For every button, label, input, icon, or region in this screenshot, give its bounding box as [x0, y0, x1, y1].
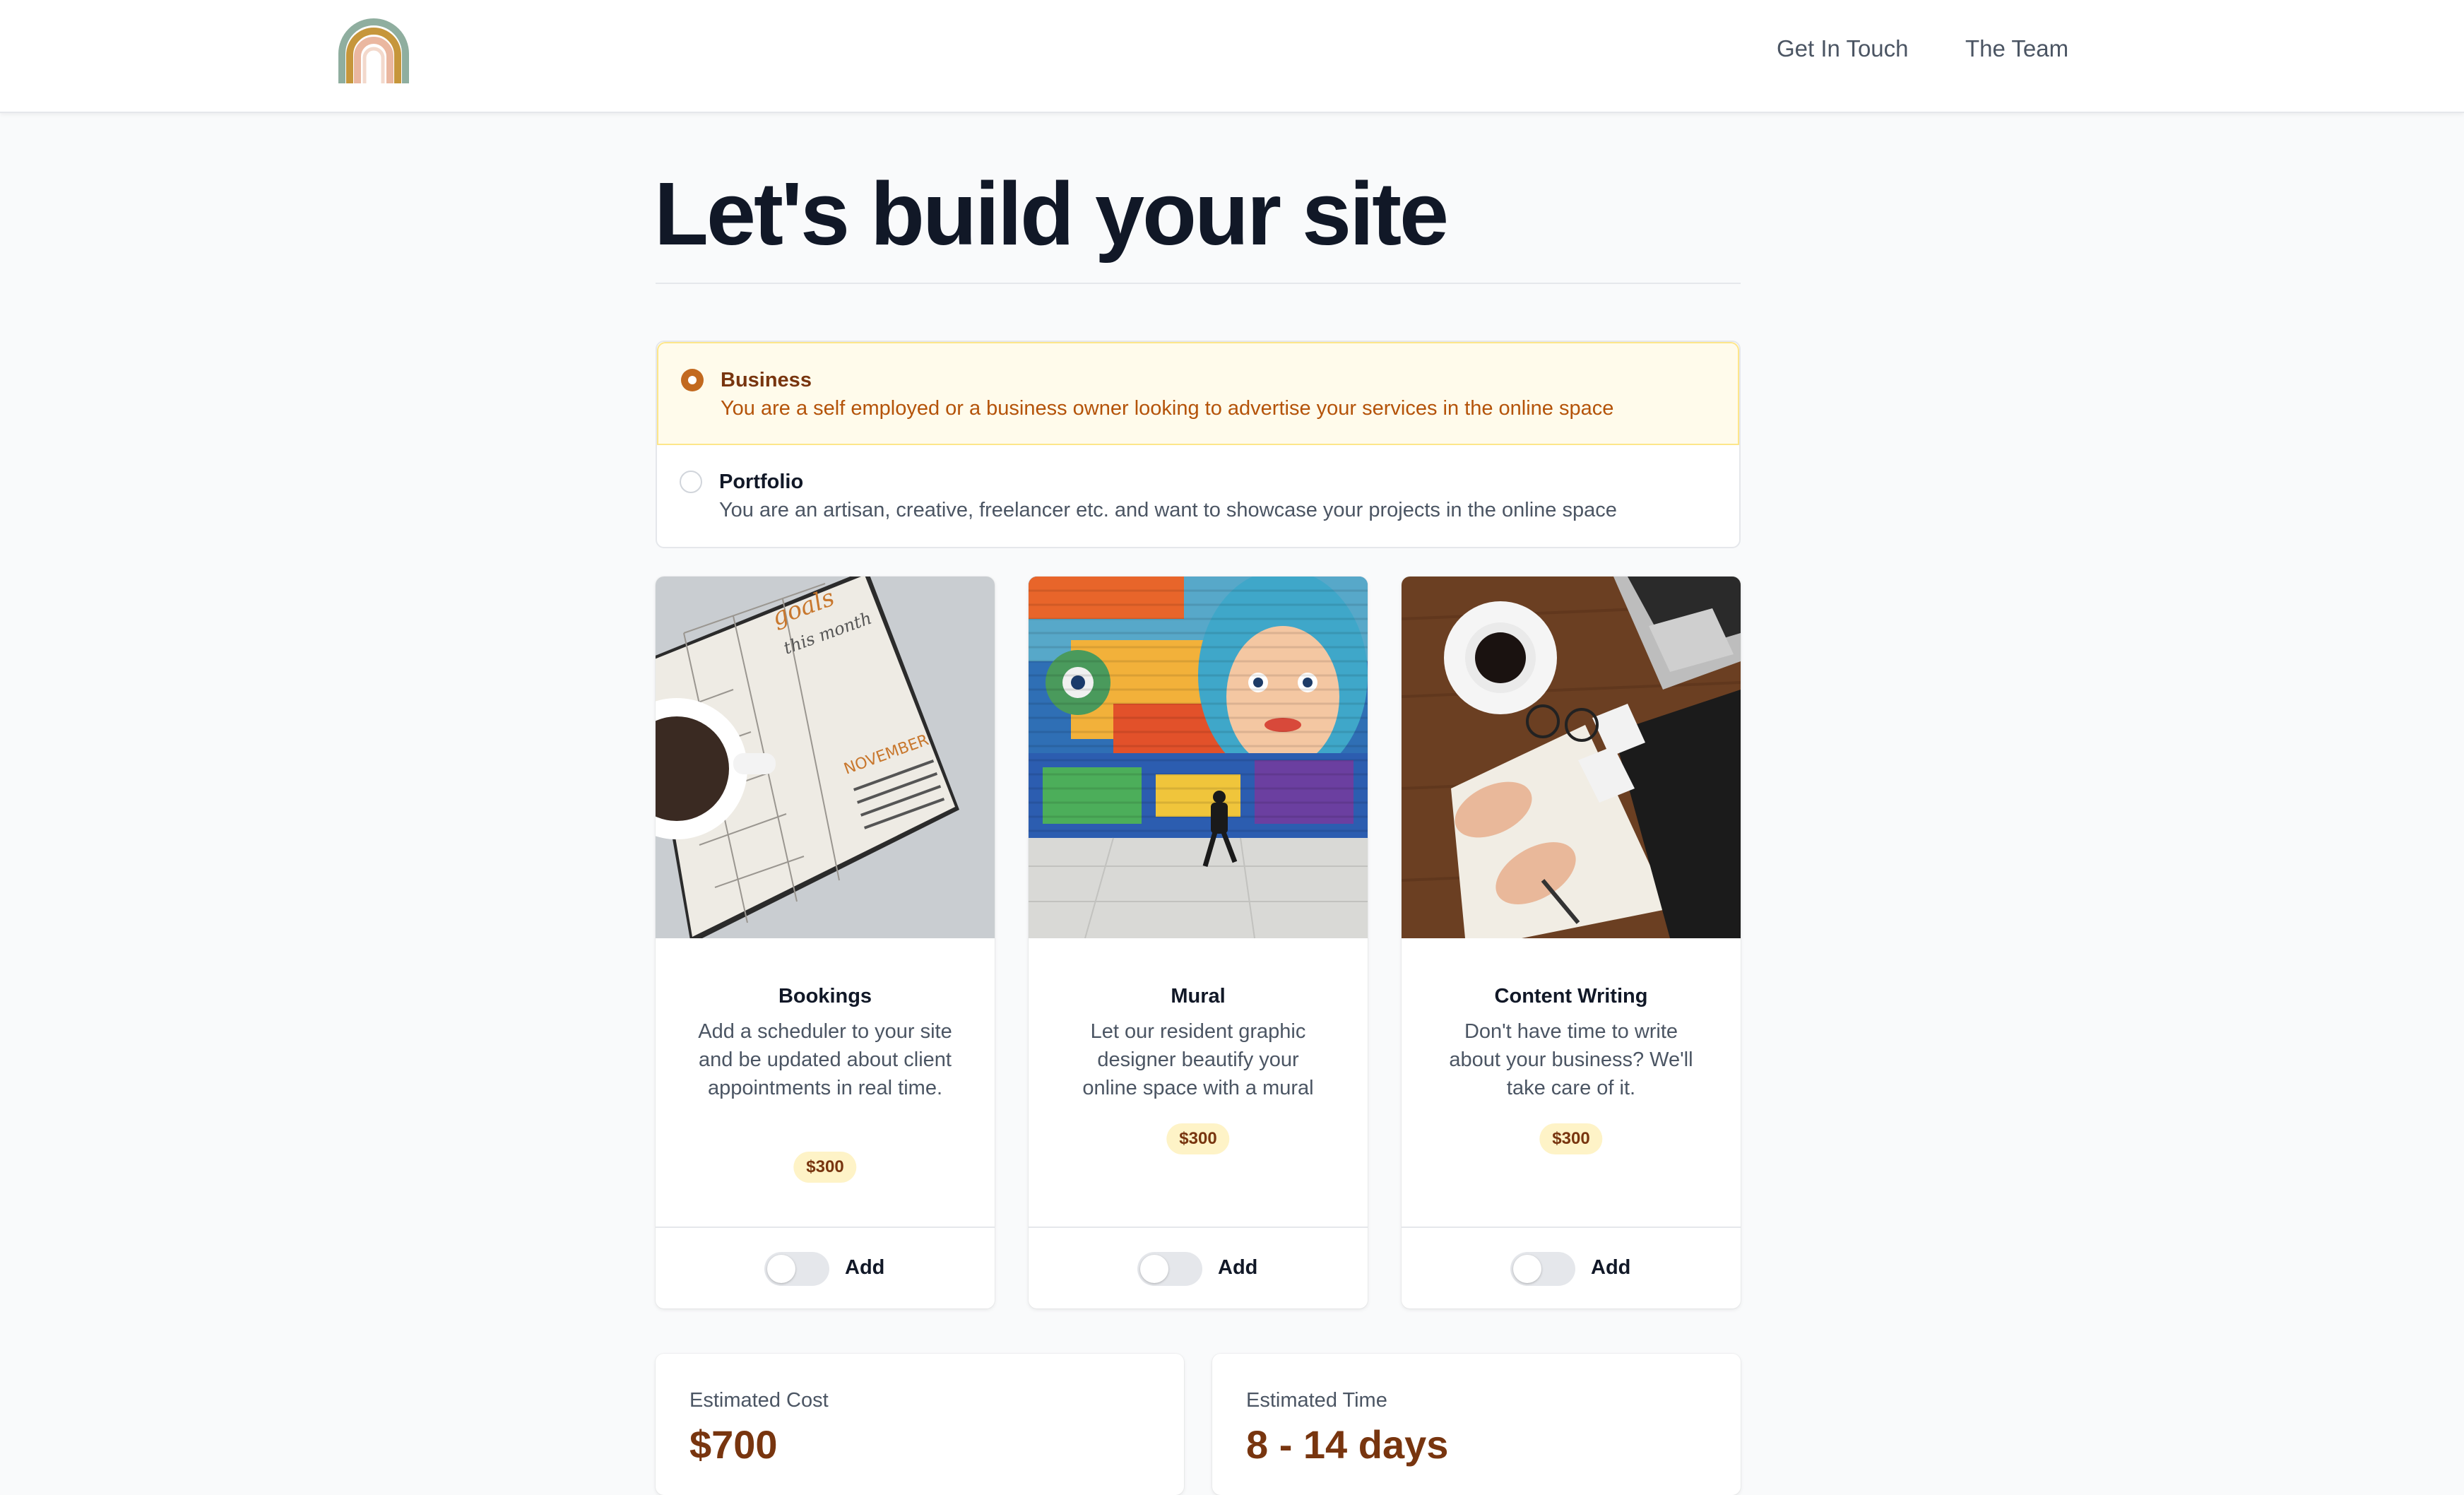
- addon-card-mural: Mural Let our resident graphic designer …: [1029, 577, 1368, 1308]
- addon-footer: Add: [1029, 1227, 1368, 1308]
- addon-description: Don't have time to write about your busi…: [1449, 1020, 1693, 1099]
- add-toggle-label: Add: [845, 1256, 885, 1279]
- toggle-knob: [767, 1255, 795, 1283]
- page-title: Let's build your site: [654, 164, 1449, 264]
- site-type-radio-group: Business You are a self employed or a bu…: [656, 341, 1741, 548]
- add-toggle[interactable]: [764, 1252, 829, 1286]
- radio-description-business: You are a self employed or a business ow…: [721, 397, 1614, 420]
- toggle-knob: [1513, 1255, 1541, 1283]
- addon-description: Add a scheduler to your site and be upda…: [698, 1020, 952, 1099]
- site-header: Get In Touch The Team: [0, 0, 2464, 113]
- addon-description: Let our resident graphic designer beauti…: [1082, 1020, 1314, 1099]
- addon-title: Content Writing: [1494, 985, 1648, 1008]
- nav-the-team[interactable]: The Team: [1965, 35, 2068, 62]
- add-toggle-label: Add: [1218, 1256, 1258, 1279]
- addon-title: Mural: [1171, 985, 1226, 1008]
- mural-image: [1029, 577, 1368, 938]
- estimated-time-label: Estimated Time: [1246, 1389, 1387, 1412]
- add-toggle[interactable]: [1510, 1252, 1575, 1286]
- estimated-cost-value: $700: [689, 1422, 778, 1467]
- addon-footer: Add: [656, 1227, 995, 1308]
- radio-option-business[interactable]: Business You are a self employed or a bu…: [657, 342, 1739, 445]
- estimated-cost-card: Estimated Cost $700: [656, 1354, 1184, 1495]
- radio-label-business: Business: [721, 369, 812, 391]
- add-toggle[interactable]: [1137, 1252, 1202, 1286]
- estimated-time-card: Estimated Time 8 - 14 days: [1212, 1354, 1741, 1495]
- radio-option-portfolio[interactable]: Portfolio You are an artisan, creative, …: [657, 445, 1739, 547]
- radio-checked-icon[interactable]: [681, 369, 704, 391]
- price-badge: $300: [793, 1152, 857, 1183]
- addon-footer: Add: [1402, 1227, 1741, 1308]
- add-toggle-label: Add: [1591, 1256, 1631, 1279]
- estimated-time-value: 8 - 14 days: [1246, 1422, 1449, 1467]
- addon-title: Bookings: [778, 985, 872, 1008]
- rainbow-logo-icon[interactable]: [338, 18, 410, 83]
- calendar-coffee-image: goals this month NOVEMBER: [656, 577, 995, 938]
- price-badge: $300: [1539, 1123, 1603, 1154]
- addon-card-bookings: goals this month NOVEMBER Bookings Add a…: [656, 577, 995, 1308]
- estimated-cost-label: Estimated Cost: [689, 1389, 829, 1412]
- price-badge: $300: [1166, 1123, 1230, 1154]
- nav-get-in-touch[interactable]: Get In Touch: [1777, 35, 1909, 62]
- radio-unchecked-icon[interactable]: [680, 471, 702, 493]
- toggle-knob: [1140, 1255, 1168, 1283]
- radio-label-portfolio: Portfolio: [719, 471, 804, 493]
- radio-description-portfolio: You are an artisan, creative, freelancer…: [719, 499, 1617, 521]
- addon-card-content-writing: Content Writing Don't have time to write…: [1402, 577, 1741, 1308]
- divider: [656, 283, 1741, 284]
- desk-writing-image: [1402, 577, 1741, 938]
